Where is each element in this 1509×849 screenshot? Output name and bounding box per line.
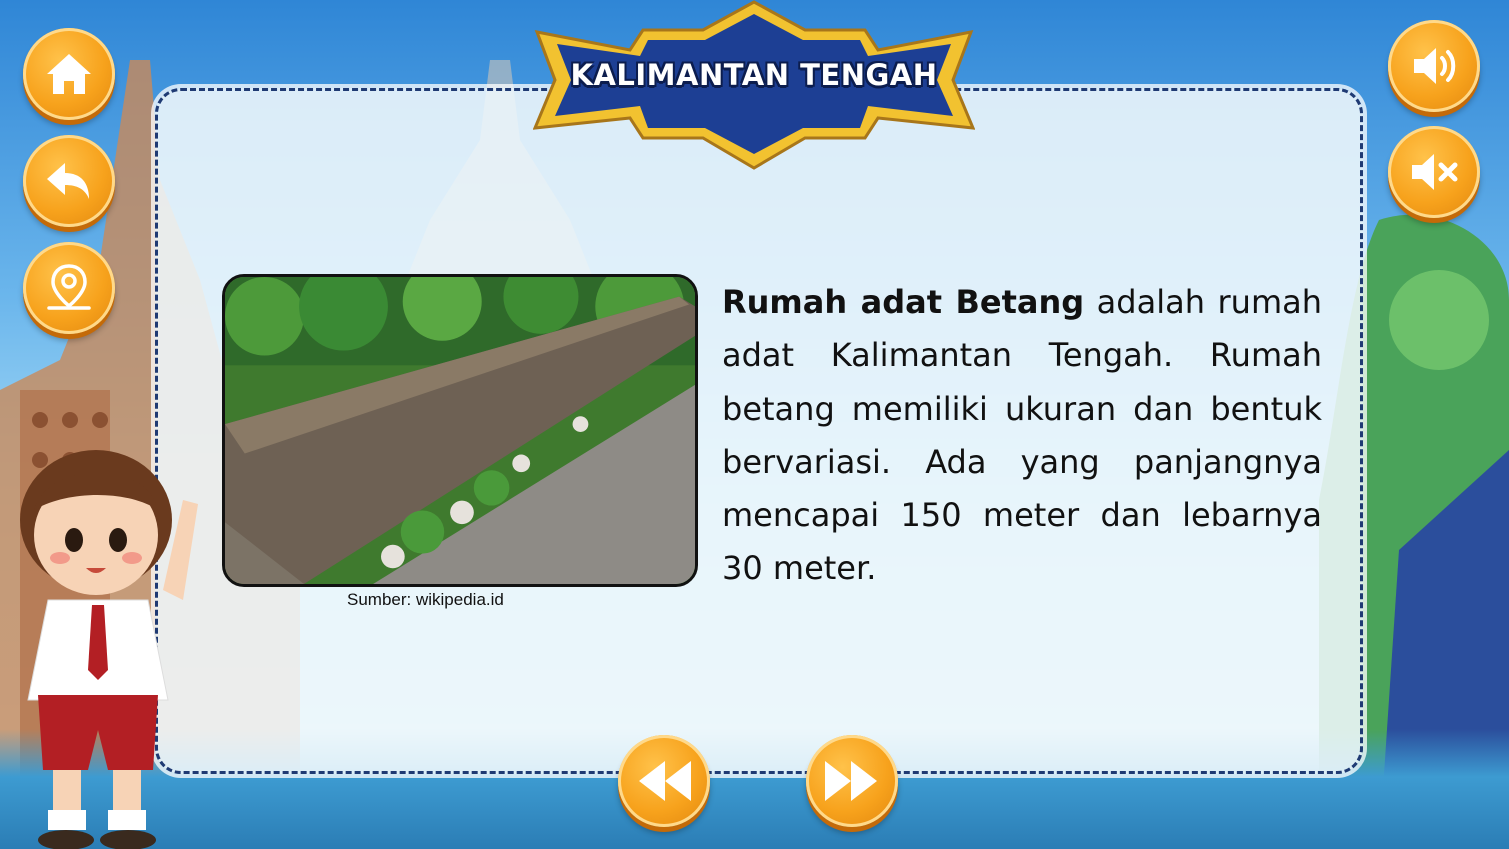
map-button[interactable]: [23, 242, 115, 334]
description-body: adalah rumah adat Kalimantan Tengah. Rum…: [722, 283, 1323, 588]
student-mascot-illustration: [20, 450, 198, 849]
betang-house-photo: [222, 274, 698, 587]
next-button[interactable]: [806, 735, 898, 827]
fast-forward-icon: [825, 761, 877, 801]
mute-button[interactable]: [1388, 126, 1480, 218]
rewind-icon: [639, 761, 691, 801]
image-caption: Sumber: wikipedia.id: [347, 590, 504, 609]
back-arrow-icon: [47, 163, 89, 199]
description-bold-lead: Rumah adat Betang: [722, 283, 1085, 321]
page-title: KALIMANTAN TENGAH: [570, 58, 938, 92]
previous-button[interactable]: [618, 735, 710, 827]
title-banner: KALIMANTAN TENGAH: [533, 0, 975, 170]
location-pin-icon: [47, 264, 91, 310]
sound-on-button[interactable]: [1388, 20, 1480, 112]
description-text: Rumah adat Betang adalah rumah adat Kali…: [722, 276, 1322, 596]
speaker-on-icon: [1414, 48, 1456, 84]
speaker-mute-icon: [1412, 154, 1458, 190]
home-icon: [47, 54, 91, 94]
home-button[interactable]: [23, 28, 115, 120]
back-button[interactable]: [23, 135, 115, 227]
longhouse-image: [225, 277, 695, 584]
